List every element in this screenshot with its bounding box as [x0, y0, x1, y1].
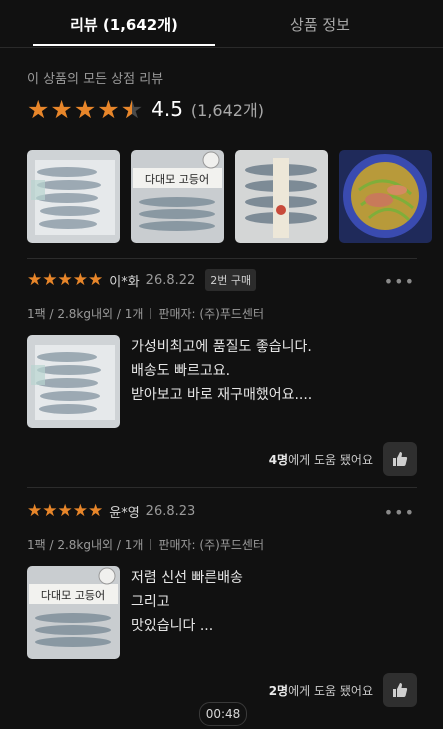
- rating-summary: ★ ★ ★ ★ ★ ★ 4.5 (1,642개): [27, 94, 264, 124]
- seller-text: 판매자: (주)푸드센터: [158, 306, 264, 321]
- review-item: ★ ★ ★ ★ ★ 이*화 26.8.22 2번 구매 ••• 1팩 / 2.8…: [27, 268, 417, 476]
- rating-stars: ★ ★ ★ ★ ★ ★: [27, 97, 143, 122]
- star-icon: ★: [72, 269, 88, 290]
- option-separator: [150, 538, 152, 550]
- fish-pack-label-image: 다대모 고등어: [131, 150, 224, 243]
- active-tab-indicator: [33, 44, 215, 46]
- seller-text: 판매자: (주)푸드센터: [158, 537, 264, 552]
- tab-reviews[interactable]: 리뷰 (1,642개): [33, 0, 215, 47]
- helpful-text: 2명에게 도움 됐어요: [269, 682, 373, 699]
- option-text: 1팩 / 2.8kg내외 / 1개: [27, 537, 144, 552]
- thumbs-up-icon: [393, 683, 408, 697]
- review-line: 저렴 신선 빠른배송: [131, 570, 243, 586]
- stew-dish-image: [339, 150, 432, 243]
- review-date: 26.8.22: [145, 272, 196, 288]
- review-body: 다대모 고등어 저렴 신선 빠른배송 그리고 맛있습니다 ...: [27, 566, 417, 659]
- review-text: 가성비최고에 품질도 좋습니다. 배송도 빠르고요. 받아보고 바로 재구매했어…: [131, 335, 312, 428]
- like-button[interactable]: [383, 442, 417, 476]
- star-icon: ★: [57, 269, 73, 290]
- repurchase-badge: 2번 구매: [205, 269, 257, 291]
- review-count: (1,642개): [190, 101, 264, 120]
- fish-pack-image: [27, 150, 120, 243]
- fish-pack-photo-1[interactable]: [27, 150, 120, 243]
- thumbs-up-icon: [393, 452, 408, 466]
- helpful-text: 4명에게 도움 됐어요: [269, 451, 373, 468]
- star-icon: ★: [27, 94, 50, 124]
- review-header: ★ ★ ★ ★ ★ 이*화 26.8.22 2번 구매 •••: [27, 268, 417, 292]
- review-line: 받아보고 바로 재구매했어요....: [131, 387, 313, 403]
- helpful-count: 2명: [268, 683, 289, 698]
- star-icon: ★: [97, 94, 120, 124]
- purchase-option: 1팩 / 2.8kg내외 / 1개 판매자: (주)푸드센터: [27, 536, 417, 552]
- review-divider: [27, 487, 417, 488]
- review-text: 저렴 신선 빠른배송 그리고 맛있습니다 ...: [131, 566, 243, 659]
- review-item: ★ ★ ★ ★ ★ 윤*영 26.8.23 ••• 1팩 / 2.8kg내외 /…: [27, 499, 417, 707]
- review-stars: ★ ★ ★ ★ ★: [27, 269, 104, 290]
- cooked-dish-photo[interactable]: [339, 150, 432, 243]
- fish-pack-photo-3[interactable]: [235, 150, 328, 243]
- star-icon: ★: [42, 269, 58, 290]
- thumb-label: 다대모 고등어: [41, 589, 105, 602]
- review-header: ★ ★ ★ ★ ★ 윤*영 26.8.23 •••: [27, 499, 417, 523]
- tab-product-info[interactable]: 상품 정보: [230, 0, 410, 47]
- review-photo[interactable]: [27, 335, 120, 428]
- option-text: 1팩 / 2.8kg내외 / 1개: [27, 306, 144, 321]
- star-icon: ★: [88, 500, 104, 521]
- star-icon: ★: [27, 269, 43, 290]
- fish-pack-label-image: 다대모 고등어: [27, 566, 120, 659]
- fish-pack-image: [27, 335, 120, 428]
- review-photo[interactable]: 다대모 고등어: [27, 566, 120, 659]
- fish-pack-photo-2[interactable]: 다대모 고등어: [131, 150, 224, 243]
- all-store-reviews-label: 이 상품의 모든 상점 리뷰: [27, 72, 164, 87]
- star-icon: ★: [27, 500, 43, 521]
- photo-review-strip: 다대모 고등어: [27, 150, 432, 243]
- review-stars: ★ ★ ★ ★ ★: [27, 500, 104, 521]
- review-line: 맛있습니다 ...: [131, 618, 214, 634]
- purchase-option: 1팩 / 2.8kg내외 / 1개 판매자: (주)푸드센터: [27, 305, 417, 321]
- half-star-icon: ★ ★: [120, 94, 144, 124]
- helpful-suffix: 에게 도움 됐어요: [288, 683, 373, 698]
- review-body: 가성비최고에 품질도 좋습니다. 배송도 빠르고요. 받아보고 바로 재구매했어…: [27, 335, 417, 428]
- star-icon: ★: [88, 269, 104, 290]
- more-dots-icon[interactable]: •••: [384, 503, 415, 522]
- star-icon: ★: [57, 500, 73, 521]
- review-line: 가성비최고에 품질도 좋습니다.: [131, 339, 312, 355]
- helpful-row: 4명에게 도움 됐어요: [27, 442, 417, 476]
- star-icon: ★: [50, 94, 73, 124]
- option-separator: [150, 307, 152, 319]
- video-timer-badge: 00:48: [199, 702, 247, 726]
- review-line: 배송도 빠르고요.: [131, 363, 231, 379]
- reviewer-name: 윤*영: [109, 505, 140, 521]
- star-icon: ★: [72, 500, 88, 521]
- reviewer-name: 이*화: [109, 274, 140, 290]
- review-date: 26.8.23: [145, 503, 196, 519]
- thumb-label: 다대모 고등어: [145, 173, 209, 186]
- average-score: 4.5: [151, 97, 183, 121]
- fish-pack-image: [235, 150, 328, 243]
- review-line: 그리고: [131, 594, 170, 610]
- helpful-count: 4명: [268, 452, 289, 467]
- more-dots-icon[interactable]: •••: [384, 272, 415, 291]
- tab-bar: 리뷰 (1,642개) 상품 정보: [0, 0, 443, 47]
- star-icon: ★: [73, 94, 97, 124]
- tab-divider: [0, 47, 443, 48]
- helpful-suffix: 에게 도움 됐어요: [288, 452, 373, 467]
- star-icon: ★: [42, 500, 58, 521]
- section-divider: [27, 258, 417, 259]
- like-button[interactable]: [383, 673, 417, 707]
